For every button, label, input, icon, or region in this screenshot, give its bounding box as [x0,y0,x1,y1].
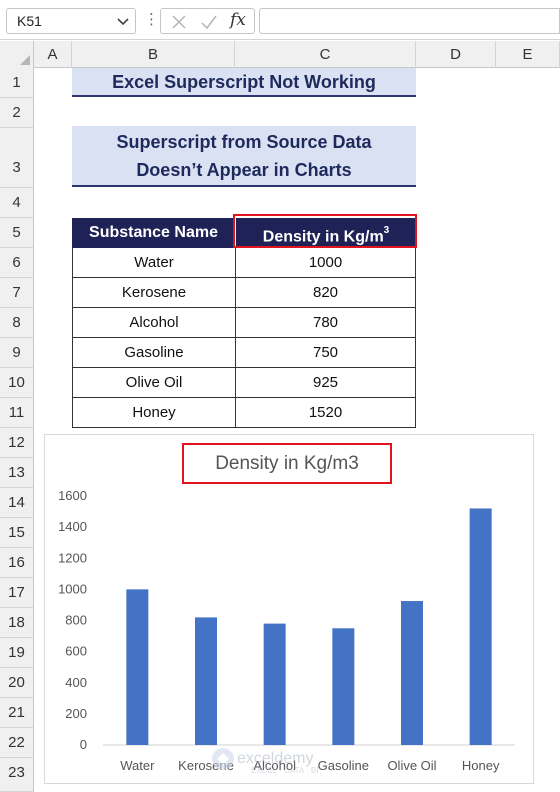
row-header[interactable]: 1 [0,68,34,98]
insert-function-icon[interactable]: fx [230,10,246,30]
row-header[interactable]: 21 [0,698,34,728]
row-header[interactable]: 19 [0,638,34,668]
bar[interactable] [332,628,355,745]
row-header[interactable]: 3 [0,128,34,188]
row-header[interactable]: 14 [0,488,34,518]
cell-substance-name[interactable]: Olive Oil [72,368,235,398]
cell-density[interactable]: 780 [235,308,416,338]
sheet-subtitle-line-1: Superscript from Source Data [116,132,372,152]
column-header-d[interactable]: D [416,41,496,68]
select-all-button[interactable] [0,41,34,68]
row-header[interactable]: 4 [0,188,34,218]
row-header[interactable]: 2 [0,98,34,128]
row-header[interactable]: 17 [0,578,34,608]
cell-substance-name[interactable]: Gasoline [72,338,235,368]
watermark-text: exceldemy [237,750,313,767]
sheet-subtitle-line-2: Doesn’t Appear in Charts [136,160,352,180]
column-header-a[interactable]: A [34,41,72,68]
name-box[interactable]: K51 [6,8,136,34]
bar[interactable] [195,617,217,745]
cell-density[interactable]: 820 [235,278,416,308]
y-tick-label: 1000 [58,581,87,596]
row-header[interactable]: 20 [0,668,34,698]
cell-substance-name[interactable]: Water [72,248,235,278]
enter-check-icon[interactable] [199,12,219,32]
watermark-tagline: EXCEL · DATA · BI [251,766,318,775]
row-header[interactable]: 7 [0,278,34,308]
y-tick-label: 0 [80,737,87,752]
chart-plot: 02004006008001000120014001600 Water Keros… [58,488,515,775]
column-header-c[interactable]: C [235,41,416,68]
y-tick-label: 1200 [58,550,87,565]
row-header[interactable]: 13 [0,458,34,488]
row-header[interactable]: 18 [0,608,34,638]
y-tick-label: 200 [65,706,87,721]
row-header[interactable]: 6 [0,248,34,278]
cell-substance-name[interactable]: Kerosene [72,278,235,308]
bar[interactable] [263,623,286,745]
density-chart[interactable]: Density in Kg/m3 0 200 400 600 800 1000 1200 14… [44,434,534,784]
y-tick-label: 600 [65,644,87,659]
cancel-icon[interactable] [169,12,189,32]
row-header[interactable]: 23 [0,758,34,792]
column-headers: A B C D E [0,41,560,68]
row-header[interactable]: 10 [0,368,34,398]
row-header[interactable]: 22 [0,728,34,758]
sheet-title[interactable]: Excel Superscript Not Working [72,68,416,97]
sheet-subtitle[interactable]: Superscript from Source Data Doesn’t App… [72,126,416,187]
name-box-value: K51 [17,13,42,29]
row-header[interactable]: 8 [0,308,34,338]
column-header-e[interactable]: E [496,41,560,68]
cell-substance-name[interactable]: Honey [72,398,235,428]
cell-density[interactable]: 750 [235,338,416,368]
row-header[interactable]: 15 [0,518,34,548]
column-header-b[interactable]: B [72,41,235,68]
row-header[interactable]: 16 [0,548,34,578]
row-header[interactable]: 5 [0,218,34,248]
x-category-label: Gasoline [318,758,369,773]
y-tick-label: 800 [65,613,87,628]
cell-density[interactable]: 925 [235,368,416,398]
cell-substance-name[interactable]: Alcohol [72,308,235,338]
y-tick-label: 400 [65,675,87,690]
x-category-label: Honey [462,758,500,773]
bar[interactable] [469,508,492,745]
formula-bar: K51 ⋮ fx [0,0,560,40]
cell-density[interactable]: 1520 [235,398,416,428]
bar[interactable] [126,589,149,745]
more-options-icon[interactable]: ⋮ [144,10,159,28]
row-header[interactable]: 11 [0,398,34,428]
formula-input[interactable] [259,8,560,34]
y-tick-label: 1400 [58,519,87,534]
y-tick-label: 1600 [58,488,87,503]
x-category-label: Olive Oil [387,758,436,773]
header-highlight-box [233,214,417,248]
formula-buttons: fx [160,8,255,34]
header-substance-name[interactable]: Substance Name [72,218,235,248]
row-header[interactable]: 9 [0,338,34,368]
chevron-down-icon[interactable] [115,11,131,31]
cell-density[interactable]: 1000 [235,248,416,278]
bar[interactable] [401,601,423,745]
x-category-label: Water [120,758,155,773]
row-header[interactable]: 12 [0,428,34,458]
